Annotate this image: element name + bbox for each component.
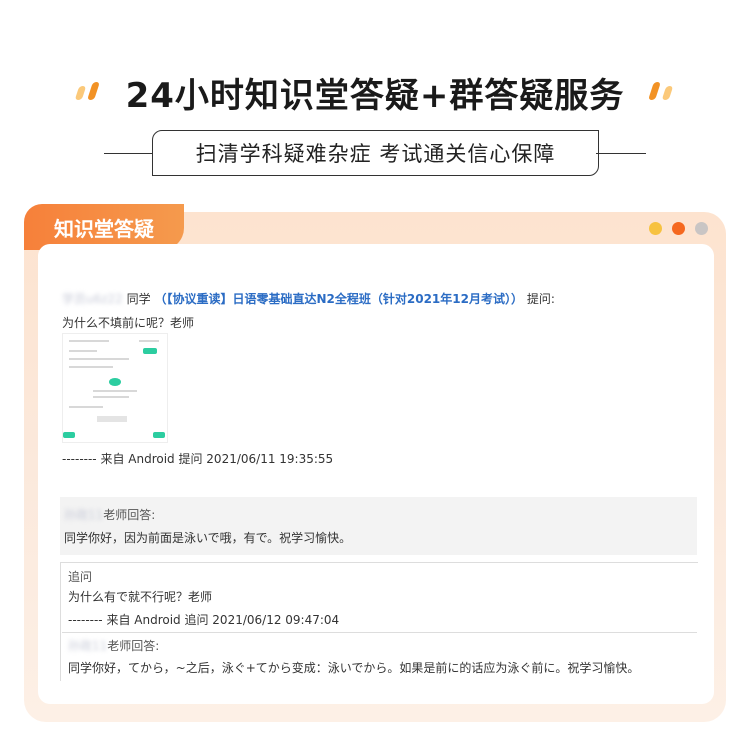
student-name: 学员u6z22 xyxy=(62,292,123,306)
subtitle-banner: 扫清学科疑难杂症 考试通关信心保障 xyxy=(0,130,750,176)
dot-orange-icon xyxy=(672,222,685,235)
followup-meta: -------- 来自 Android 追问 2021/06/12 09:47:… xyxy=(68,613,340,627)
answer-header: 孙政11老师回答: xyxy=(64,506,155,523)
teacher-name: 孙政11 xyxy=(68,639,108,653)
dot-yellow-icon xyxy=(649,222,662,235)
answer-label: 老师回答: xyxy=(103,508,156,522)
window-controls xyxy=(649,222,718,235)
answer-text: 同学你好，因为前面是泳いで哦，有で。祝学习愉快。 xyxy=(64,531,352,545)
followup-label: 追问 xyxy=(68,570,93,584)
question-attachment-image[interactable] xyxy=(62,333,168,443)
asked-label: 提问: xyxy=(526,292,555,306)
student-suffix: 同学 xyxy=(126,292,151,306)
divider xyxy=(62,632,697,633)
answer-block xyxy=(60,497,697,555)
quote-right-icon xyxy=(648,82,674,104)
divider-right xyxy=(596,153,646,154)
question-meta: -------- 来自 Android 提问 2021/06/11 19:35:… xyxy=(62,452,334,466)
answer2-text: 同学你好，てから，~之后，泳ぐ+てから变成：泳いでから。如果是前に的话应为泳ぐ前… xyxy=(68,661,640,675)
course-link[interactable]: （【协议重读】日语零基础直达N2全程班（针对2021年12月考试）） xyxy=(154,292,523,306)
question-header: 学员u6z22 同学 （【协议重读】日语零基础直达N2全程班（针对2021年12… xyxy=(62,290,555,307)
answer-label: 老师回答: xyxy=(107,639,160,653)
divider-left xyxy=(104,153,154,154)
headline: 24小时知识堂答疑+群答疑服务 xyxy=(0,62,750,122)
quote-left-icon xyxy=(74,82,100,104)
page-title: 24小时知识堂答疑+群答疑服务 xyxy=(125,75,625,116)
followup-text: 为什么有で就不行呢？老师 xyxy=(68,590,213,604)
question-text: 为什么不填前に呢？老师 xyxy=(62,316,195,330)
subtitle: 扫清学科疑难杂症 考试通关信心保障 xyxy=(152,130,599,176)
dot-grey-icon xyxy=(695,222,708,235)
answer2-header: 孙政11老师回答: xyxy=(68,637,159,654)
teacher-name: 孙政11 xyxy=(64,508,104,522)
